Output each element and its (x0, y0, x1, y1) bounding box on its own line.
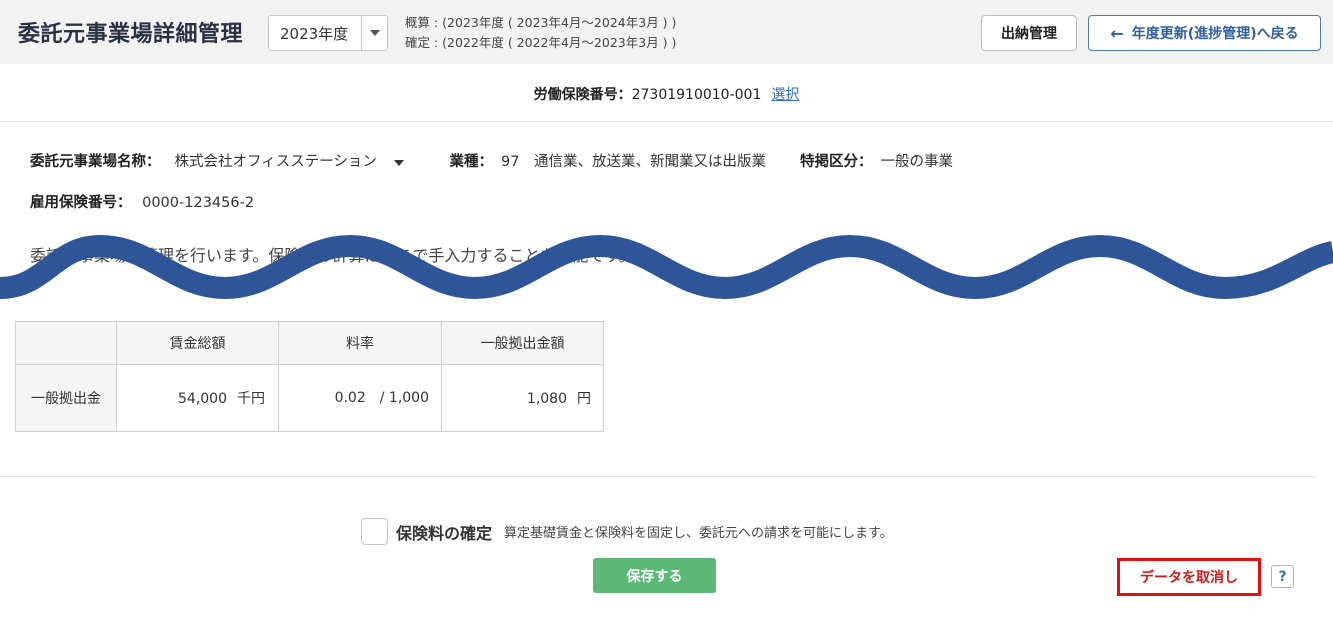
client-name-label: 委託元事業場名称： (30, 154, 161, 170)
save-button[interactable]: 保存する (593, 558, 716, 593)
deposit-management-button[interactable]: 出納管理 (981, 15, 1077, 51)
divider (0, 476, 1316, 477)
select-link[interactable]: 選択 (771, 87, 799, 103)
wage-value: 54,000 (178, 391, 227, 407)
page-title: 委託元事業場詳細管理 (18, 22, 244, 47)
wage-unit: 千円 (237, 391, 265, 407)
employment-insurance-row: 雇用保険番号： 0000-123456-2 (30, 191, 254, 212)
amount-unit: 円 (577, 391, 591, 407)
employment-insurance-value: 0000-123456-2 (142, 195, 255, 211)
period-estimate: 概算 : (2023年度 ( 2023年4月～2024年3月 ) ) (405, 15, 677, 30)
table-header-amount: 一般拠出金額 (441, 321, 604, 365)
confirm-row: 保険料の確定 算定基礎賃金と保険料を固定し、委託元への請求を可能にします。 (361, 518, 893, 545)
labor-insurance-number-value: 27301910010-001 (631, 87, 762, 103)
employment-insurance-label: 雇用保険番号： (30, 195, 132, 211)
rate-cell: 0.02 / 1,000 (278, 364, 442, 432)
caret-down-icon[interactable] (393, 154, 404, 170)
back-button-label: 年度更新(進捗管理)へ戻る (1131, 26, 1299, 42)
table-header-empty (15, 321, 117, 365)
labor-insurance-number-label: 労働保険番号： (533, 87, 632, 103)
help-icon[interactable]: ? (1271, 565, 1294, 588)
client-name-dropdown[interactable]: 株式会社オフィスステーション (175, 150, 404, 171)
confirm-description: 算定基礎賃金と保険料を固定し、委託元への請求を可能にします。 (504, 526, 893, 541)
chevron-down-icon[interactable] (361, 16, 387, 50)
rate-value: 0.02 (334, 390, 366, 406)
industry-label: 業種： (449, 154, 494, 170)
arrow-left-icon: ← (1110, 23, 1124, 43)
amount-cell: 1,080 円 (441, 364, 604, 432)
table-header-rate: 料率 (278, 321, 442, 365)
back-to-progress-button[interactable]: ← 年度更新(進捗管理)へ戻る (1088, 15, 1321, 51)
table-row: 一般拠出金 54,000 千円 0.02 / 1,000 1,080 円 (15, 364, 604, 432)
industry-value: 97 通信業、放送業、新聞業又は出版業 (501, 154, 766, 170)
confirm-label: 保険料の確定 (396, 523, 493, 543)
labor-insurance-number-row: 労働保険番号：27301910010-001 選択 (0, 84, 1333, 104)
special-category-label: 特掲区分： (799, 154, 873, 170)
fiscal-year-select[interactable]: 2023年度 (268, 15, 388, 51)
client-info-row: 委託元事業場名称： 株式会社オフィスステーション 業種： 97 通信業、放送業、… (30, 150, 953, 171)
client-name-value: 株式会社オフィスステーション (174, 154, 377, 170)
table-header-wage: 賃金総額 (116, 321, 279, 365)
wave-overlay (0, 234, 1333, 300)
period-confirmed: 確定 : (2022年度 ( 2022年4月～2023年3月 ) ) (405, 35, 677, 50)
cancel-data-button[interactable]: データを取消し (1117, 558, 1261, 596)
page: 委託元事業場詳細管理 2023年度 概算 : (2023年度 ( 2023年4月… (0, 0, 1333, 617)
header-bar: 委託元事業場詳細管理 2023年度 概算 : (2023年度 ( 2023年4月… (0, 0, 1333, 64)
amount-value: 1,080 (526, 391, 567, 407)
rate-unit: / 1,000 (379, 390, 429, 406)
confirm-checkbox[interactable] (361, 518, 388, 545)
wage-cell: 54,000 千円 (116, 364, 279, 432)
contribution-table: 賃金総額 料率 一般拠出金額 一般拠出金 54,000 千円 0.02 / 1,00… (15, 321, 604, 432)
table-header-row: 賃金総額 料率 一般拠出金額 (15, 321, 604, 365)
special-category-value: 一般の事業 (880, 154, 953, 170)
row-label: 一般拠出金 (15, 364, 117, 432)
fiscal-year-value: 2023年度 (280, 24, 349, 43)
divider (0, 121, 1333, 122)
period-info: 概算 : (2023年度 ( 2023年4月～2024年3月 ) ) 確定 : … (405, 13, 676, 53)
